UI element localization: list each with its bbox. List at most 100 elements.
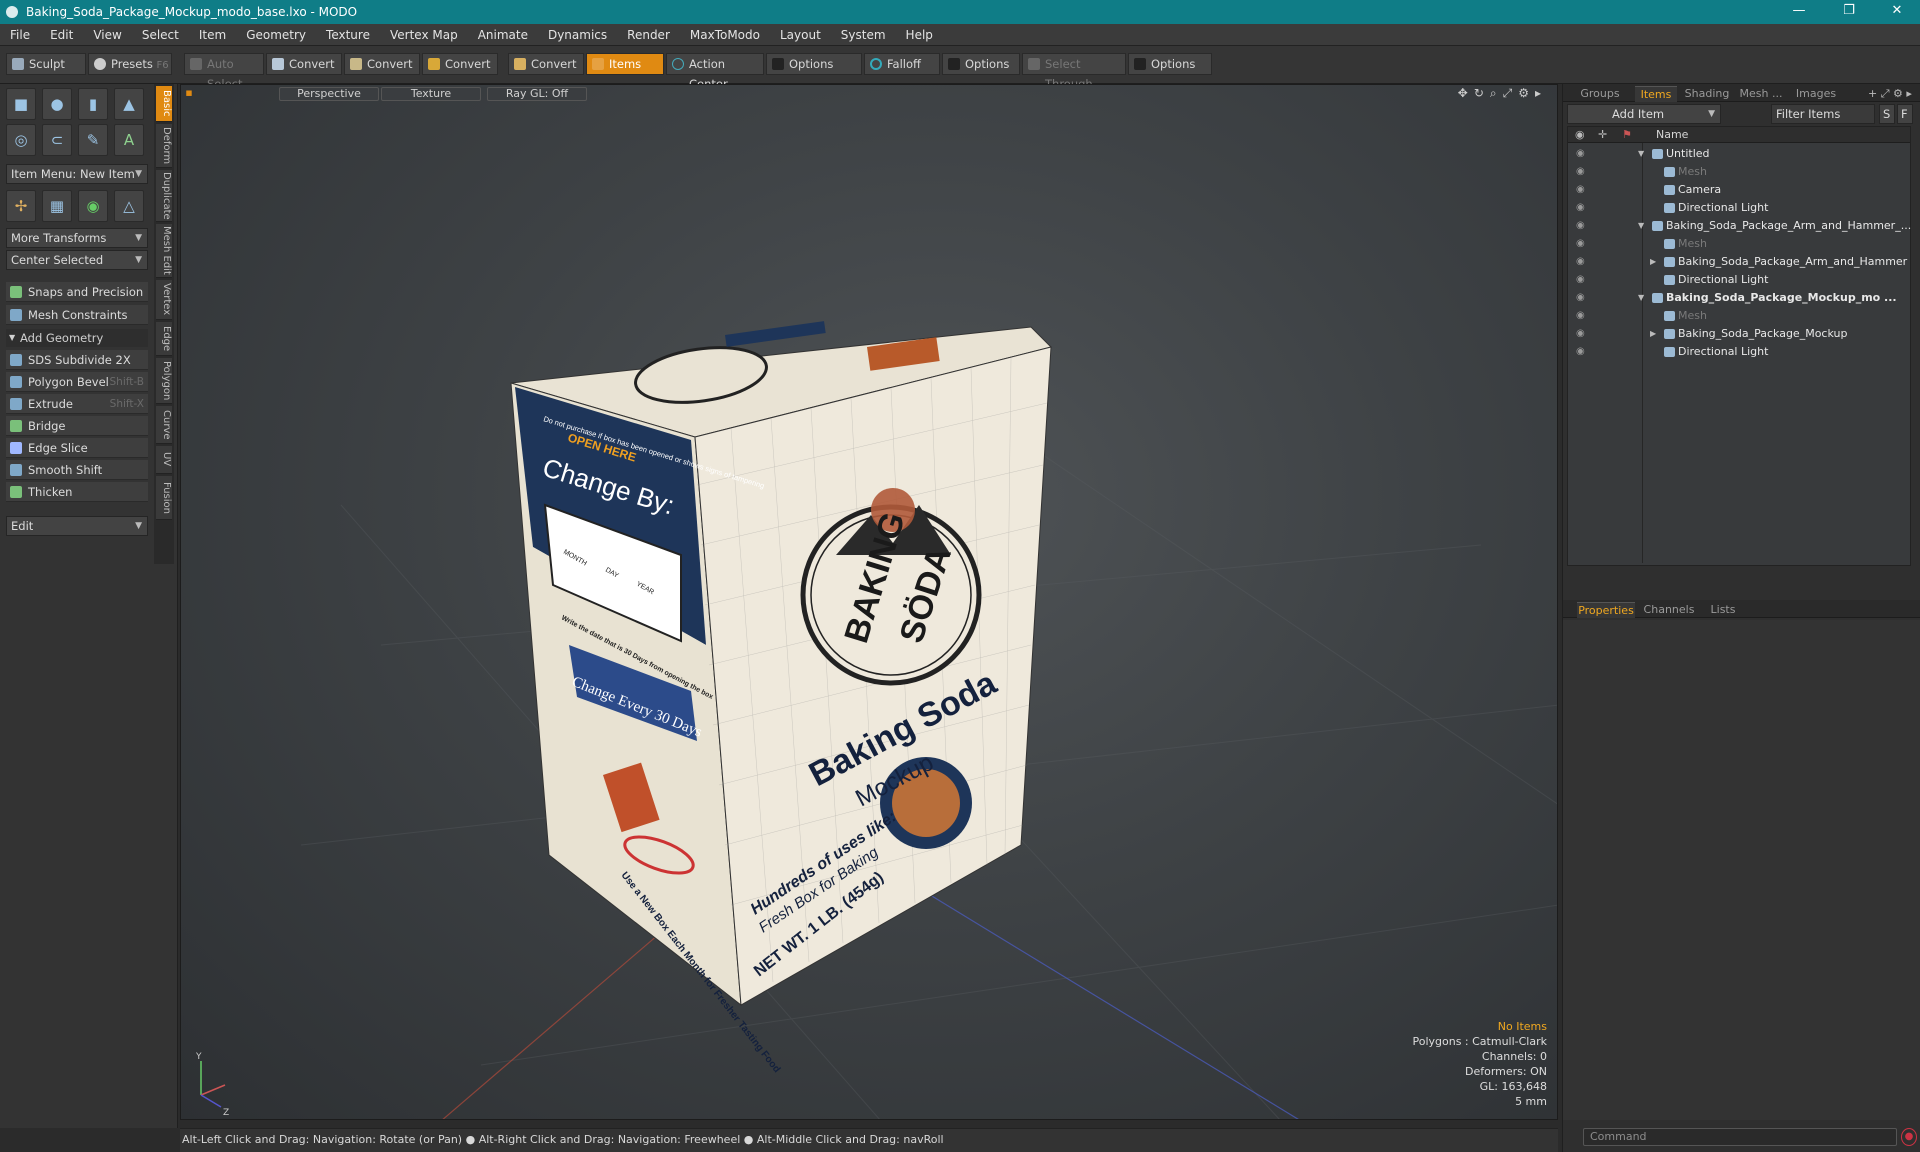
item-row[interactable]: ◉ Camera (1568, 181, 1910, 199)
torus-icon[interactable]: ◎ (6, 124, 36, 156)
menu-maxtomodo[interactable]: MaxToModo (680, 28, 770, 42)
presets-button[interactable]: Presets F6 (88, 53, 172, 75)
tool-bridge[interactable]: Bridge (6, 416, 148, 436)
render-column-icon[interactable]: ⚑ (1622, 127, 1632, 143)
tool-polygon-bevel[interactable]: Polygon Bevel Shift-B (6, 372, 148, 392)
vtab-vertex[interactable]: Vertex (156, 280, 172, 320)
grid-icon[interactable]: ▦ (42, 190, 72, 222)
item-list[interactable]: ◉ ✛ ⚑ Name ◉ ▼ Untitled ◉ Mesh ◉ Camera ◉ Direct… (1567, 126, 1911, 566)
eye-icon[interactable]: ◉ (1576, 253, 1585, 271)
maximize-button[interactable]: ❐ (1826, 0, 1872, 24)
expand-toggle-icon[interactable]: ▼ (1638, 217, 1644, 235)
tab-groups[interactable]: Groups (1579, 86, 1621, 102)
tool-extrude[interactable]: Extrude Shift-X (6, 394, 148, 414)
menu-help[interactable]: Help (896, 28, 943, 42)
record-icon[interactable]: ● (1901, 1128, 1917, 1146)
pyramid-icon[interactable]: △ (114, 190, 144, 222)
convert-materials-button[interactable]: Convert (508, 53, 584, 75)
menu-layout[interactable]: Layout (770, 28, 831, 42)
name-column-header[interactable]: Name (1656, 127, 1688, 143)
f-button[interactable]: F (1897, 104, 1913, 124)
eye-icon[interactable]: ◉ (1576, 145, 1585, 163)
menu-system[interactable]: System (831, 28, 896, 42)
capsule-icon[interactable]: ⊂ (42, 124, 72, 156)
convert-vertices-button[interactable]: Convert (266, 53, 342, 75)
edit-dropdown[interactable]: Edit ▼ (6, 516, 148, 536)
auto-select-button[interactable]: Auto Select (184, 53, 264, 91)
center-selected-dropdown[interactable]: Center Selected ▼ (6, 250, 148, 270)
cube-icon[interactable]: ■ (6, 88, 36, 120)
s-button[interactable]: S (1879, 104, 1895, 124)
eye-icon[interactable]: ◉ (1576, 307, 1585, 325)
expand-toggle-icon[interactable]: ▶ (1650, 253, 1656, 271)
cone-icon[interactable]: ▲ (114, 88, 144, 120)
add-item-dropdown[interactable]: Add Item ▼ (1567, 104, 1721, 124)
item-menu-dropdown[interactable]: Item Menu: New Item ▼ (6, 164, 148, 184)
tool-sds-subdivide[interactable]: SDS Subdivide 2X (6, 350, 148, 370)
eye-icon[interactable]: ◉ (1576, 325, 1585, 343)
item-row[interactable]: ◉ Directional Light (1568, 343, 1910, 361)
menu-texture[interactable]: Texture (316, 28, 380, 42)
eye-icon[interactable]: ◉ (1576, 343, 1585, 361)
lock-column-icon[interactable]: ✛ (1598, 127, 1607, 143)
command-input[interactable]: Command (1583, 1128, 1897, 1146)
cylinder-icon[interactable]: ▮ (78, 88, 108, 120)
menu-item[interactable]: Item (189, 28, 236, 42)
action-center-options-button[interactable]: Options (766, 53, 862, 75)
menu-select[interactable]: Select (132, 28, 189, 42)
expand-toggle-icon[interactable]: ▼ (1638, 145, 1644, 163)
menu-edit[interactable]: Edit (40, 28, 83, 42)
select-through-options-button[interactable]: Options (1128, 53, 1212, 75)
snaps-precision-button[interactable]: Snaps and Precision (6, 282, 148, 302)
menu-vertex-map[interactable]: Vertex Map (380, 28, 468, 42)
vtab-mesh-edit[interactable]: Mesh Edit (156, 224, 172, 278)
tab-lists[interactable]: Lists (1701, 602, 1745, 618)
tab-items[interactable]: Items (1635, 86, 1677, 102)
item-row[interactable]: ◉ ▼ Untitled (1568, 145, 1910, 163)
tab-channels[interactable]: Channels (1641, 602, 1697, 618)
item-row[interactable]: ◉ ▼ Baking_Soda_Package_Arm_and_Hammer_... (1568, 217, 1911, 235)
eye-icon[interactable]: ◉ (1576, 289, 1585, 307)
vtab-basic[interactable]: Basic (156, 86, 172, 122)
pen-icon[interactable]: ✎ (78, 124, 108, 156)
expand-toggle-icon[interactable]: ▶ (1650, 325, 1656, 343)
panel-controls-icon[interactable]: + ⤢ ⚙ ▸ (1863, 86, 1917, 102)
vtab-deform[interactable]: Deform (156, 124, 172, 168)
eye-icon[interactable]: ◉ (1576, 181, 1585, 199)
tab-shading[interactable]: Shading (1681, 86, 1733, 102)
expand-toggle-icon[interactable]: ▼ (1638, 289, 1644, 307)
item-row[interactable]: ◉ ▶ Baking_Soda_Package_Arm_and_Hammer (1568, 253, 1910, 271)
visibility-column-icon[interactable]: ◉ (1575, 127, 1585, 143)
sphere-icon[interactable]: ● (42, 88, 72, 120)
vtab-polygon[interactable]: Polygon (156, 358, 172, 404)
menu-geometry[interactable]: Geometry (236, 28, 316, 42)
item-row[interactable]: ◉ Mesh (1568, 307, 1910, 325)
vtab-edge[interactable]: Edge (156, 322, 172, 356)
3d-viewport[interactable]: ▪ Perspective Texture Ray GL: Off ✥↻⌕⤢⚙▸ (180, 84, 1558, 1120)
falloff-options-button[interactable]: Options (942, 53, 1020, 75)
item-row[interactable]: ◉ Mesh (1568, 163, 1910, 181)
vtab-fusion[interactable]: Fusion (156, 476, 172, 520)
menu-dynamics[interactable]: Dynamics (538, 28, 617, 42)
convert-polygons-button[interactable]: Convert (422, 53, 498, 75)
item-row[interactable]: ◉ Directional Light (1568, 271, 1910, 289)
convert-edges-button[interactable]: Convert (344, 53, 420, 75)
item-row[interactable]: ◉ Mesh (1568, 235, 1910, 253)
tab-properties[interactable]: Properties (1577, 602, 1635, 618)
close-button[interactable]: ✕ (1874, 0, 1920, 24)
tool-smooth-shift[interactable]: Smooth Shift (6, 460, 148, 480)
tab-mesh[interactable]: Mesh ... (1735, 86, 1787, 102)
eye-icon[interactable]: ◉ (1576, 271, 1585, 289)
item-row[interactable]: ◉ ▼ Baking_Soda_Package_Mockup_mo ... (1568, 289, 1910, 307)
eye-icon[interactable]: ◉ (1576, 217, 1585, 235)
action-center-button[interactable]: Action Center (666, 53, 764, 91)
item-row[interactable]: ◉ ▶ Baking_Soda_Package_Mockup (1568, 325, 1910, 343)
add-geometry-header[interactable]: ▼ Add Geometry (6, 329, 148, 347)
eye-icon[interactable]: ◉ (1576, 235, 1585, 253)
tab-images[interactable]: Images (1791, 86, 1841, 102)
select-through-button[interactable]: Select Through (1022, 53, 1126, 91)
vtab-curve[interactable]: Curve (156, 406, 172, 444)
mesh-constraints-button[interactable]: Mesh Constraints (6, 305, 148, 325)
menu-file[interactable]: File (0, 28, 40, 42)
eye-icon[interactable]: ◉ (1576, 163, 1585, 181)
